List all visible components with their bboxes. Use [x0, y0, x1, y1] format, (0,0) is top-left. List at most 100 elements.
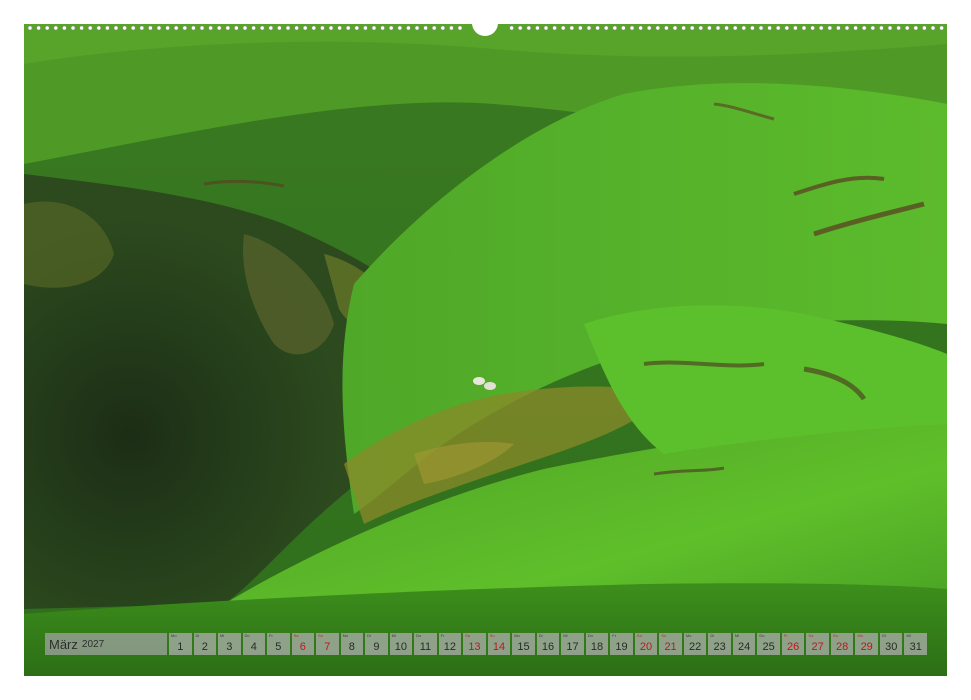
binding-ring — [586, 25, 592, 31]
binding-ring — [603, 25, 609, 31]
weekday-label: Do — [416, 633, 422, 638]
binding-ring — [62, 25, 67, 31]
weekday-label: Mo — [857, 633, 863, 638]
binding-ring — [870, 25, 876, 31]
day-cell: Di 9 — [365, 633, 388, 655]
day-cell: Fr 26 — [781, 633, 805, 655]
binding-ring — [165, 25, 170, 31]
binding-ring — [681, 25, 686, 31]
binding-ring — [517, 25, 523, 31]
binding-ring — [363, 25, 368, 31]
day-cell: Do 18 — [585, 633, 609, 655]
binding-ring — [371, 25, 377, 31]
day-cell: Mo 8 — [340, 633, 364, 655]
binding-ring — [646, 25, 652, 31]
binding-ring — [879, 25, 884, 31]
weekday-label: Di — [710, 633, 715, 638]
binding-ring — [105, 25, 110, 31]
day-cell: Sa 6 — [291, 633, 315, 655]
binding-ring — [578, 25, 583, 31]
day-cell: Mo 22 — [683, 633, 707, 655]
day-cell: Di 16 — [536, 633, 560, 655]
binding-ring — [827, 25, 833, 31]
binding-ring — [328, 25, 334, 31]
day-number: 9 — [373, 641, 380, 653]
binding-ring — [784, 25, 790, 31]
binding-ring — [191, 25, 196, 31]
binding-ring — [242, 25, 248, 31]
weekday-label: Sa — [636, 633, 642, 638]
day-cell: Di 30 — [879, 633, 903, 655]
day-number: 11 — [419, 641, 432, 653]
weekday-label: Do — [759, 633, 765, 638]
binding-ring — [294, 25, 299, 31]
binding-ring — [861, 25, 867, 31]
binding-ring — [27, 25, 33, 31]
weekday-label: Mi — [391, 633, 396, 638]
binding-ring — [36, 25, 41, 31]
weekday-label: Sa — [808, 633, 814, 638]
binding-ring — [53, 25, 59, 31]
binding-ring — [44, 25, 50, 31]
weekday-label: Mo — [171, 633, 177, 638]
day-cell: Fr 5 — [267, 633, 290, 655]
binding-ring — [526, 25, 532, 31]
weekday-label: Mi — [220, 633, 225, 638]
binding-ring — [689, 25, 695, 31]
binding-ring — [655, 25, 661, 31]
day-cell: Do 11 — [414, 633, 437, 655]
binding-ring — [406, 25, 411, 31]
weekday-label: Mi — [906, 633, 911, 638]
day-cell: Di 2 — [193, 633, 217, 655]
binding-ring — [543, 25, 549, 31]
binding-ring — [664, 25, 669, 31]
binding-ring — [535, 25, 540, 31]
binding-ring — [758, 25, 764, 31]
binding-ring — [345, 25, 351, 31]
weekday-label: Mo — [685, 633, 692, 638]
binding-ring — [767, 25, 772, 31]
binding-ring — [922, 25, 927, 31]
weekday-label: Fr — [269, 633, 273, 638]
binding-ring — [96, 25, 102, 31]
day-number: 17 — [566, 641, 579, 653]
month-name: März — [49, 636, 78, 652]
day-number: 14 — [492, 641, 506, 653]
day-number: 10 — [394, 641, 408, 653]
binding-ring — [621, 25, 626, 31]
day-cell: Mi 10 — [389, 633, 413, 655]
day-cell: Do 4 — [242, 633, 266, 655]
day-number: 27 — [811, 641, 824, 653]
binding-ring — [380, 25, 385, 31]
binding-ring — [285, 25, 291, 31]
day-number: 12 — [443, 641, 457, 653]
day-number: 28 — [836, 641, 849, 653]
binding-ring — [775, 25, 781, 31]
day-number: 15 — [517, 641, 530, 653]
binding-ring — [904, 25, 910, 31]
binding-ring — [569, 25, 575, 31]
day-number: 4 — [250, 641, 257, 653]
binding-ring — [414, 25, 420, 31]
day-cell: Fr 12 — [438, 633, 462, 655]
weekday-label: So — [832, 633, 838, 638]
weekday-label: Di — [881, 633, 886, 638]
binding-ring — [130, 25, 136, 31]
day-number: 22 — [688, 641, 702, 653]
day-cell: Mi 31 — [904, 633, 927, 655]
day-cell: Sa 27 — [806, 633, 829, 655]
binding-ring — [836, 25, 841, 31]
binding-ring — [939, 25, 944, 31]
binding-ring — [896, 25, 901, 31]
binding-ring — [259, 25, 265, 31]
day-cell: So 7 — [316, 633, 339, 655]
day-number: 20 — [639, 641, 653, 653]
landscape-illustration — [24, 24, 947, 676]
day-number: 5 — [275, 641, 282, 653]
weekday-label: So — [318, 633, 323, 638]
binding-ring — [397, 25, 403, 31]
day-cell: Mi 17 — [561, 633, 584, 655]
year-label: 2027 — [81, 638, 105, 650]
binding-ring — [440, 25, 446, 31]
day-cell: Sa 20 — [634, 633, 658, 655]
